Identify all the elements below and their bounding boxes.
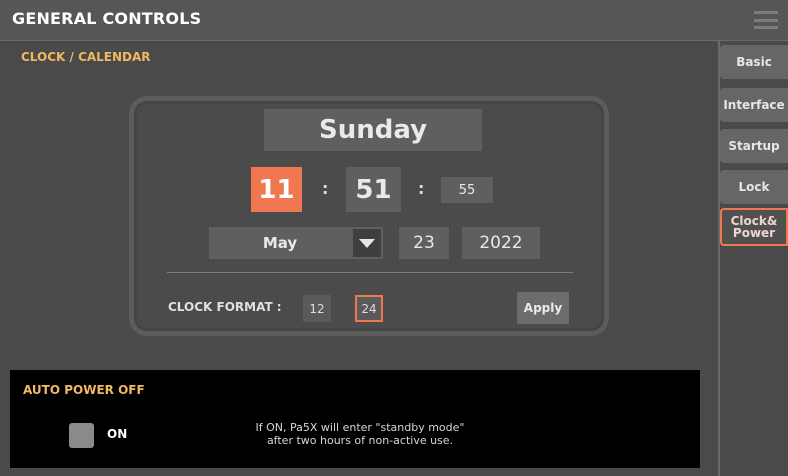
year-field[interactable]: 2022 <box>462 227 540 259</box>
day-field[interactable]: 23 <box>399 227 449 259</box>
format-24-button[interactable]: 24 <box>355 295 383 322</box>
dropdown-arrow-icon[interactable] <box>353 229 381 257</box>
format-12-button[interactable]: 12 <box>303 295 331 322</box>
tab-clock-power[interactable]: Clock& Power <box>720 208 788 246</box>
tab-lock[interactable]: Lock <box>720 170 788 204</box>
divider <box>167 272 573 273</box>
auto-power-off-heading: AUTO POWER OFF <box>23 383 145 397</box>
tab-basic[interactable]: Basic <box>720 45 788 79</box>
page-title: GENERAL CONTROLS <box>12 9 202 28</box>
minute-field[interactable]: 51 <box>346 167 401 212</box>
hour-field[interactable]: 11 <box>251 167 302 212</box>
description-line: If ON, Pa5X will enter "standby mode" <box>255 421 465 434</box>
month-select[interactable]: May <box>209 227 383 259</box>
auto-power-off-checkbox[interactable] <box>69 423 94 448</box>
time-separator: : <box>418 179 425 198</box>
auto-power-off-description: If ON, Pa5X will enter "standby mode" af… <box>190 421 530 447</box>
hamburger-menu-icon[interactable] <box>754 11 778 29</box>
apply-button[interactable]: Apply <box>517 292 569 324</box>
clock-calendar-heading: CLOCK / CALENDAR <box>21 50 151 64</box>
sidebar-tabs: Basic Interface Startup Lock Clock& Powe… <box>708 40 788 476</box>
auto-power-off-panel: AUTO POWER OFF ON If ON, Pa5X will enter… <box>10 370 700 468</box>
tab-interface[interactable]: Interface <box>720 88 788 122</box>
time-separator: : <box>322 179 329 198</box>
clock-calendar-panel: Sunday 11 : 51 : 55 May 23 2022 CLOCK FO… <box>129 96 609 336</box>
day-of-week-display: Sunday <box>264 109 482 151</box>
second-field[interactable]: 55 <box>441 177 493 203</box>
auto-power-off-label: ON <box>107 427 128 441</box>
description-line: after two hours of non-active use. <box>266 434 454 447</box>
title-bar: GENERAL CONTROLS <box>0 0 788 41</box>
clock-format-label: CLOCK FORMAT : <box>168 300 282 314</box>
month-value: May <box>262 234 298 252</box>
tab-startup[interactable]: Startup <box>720 129 788 163</box>
